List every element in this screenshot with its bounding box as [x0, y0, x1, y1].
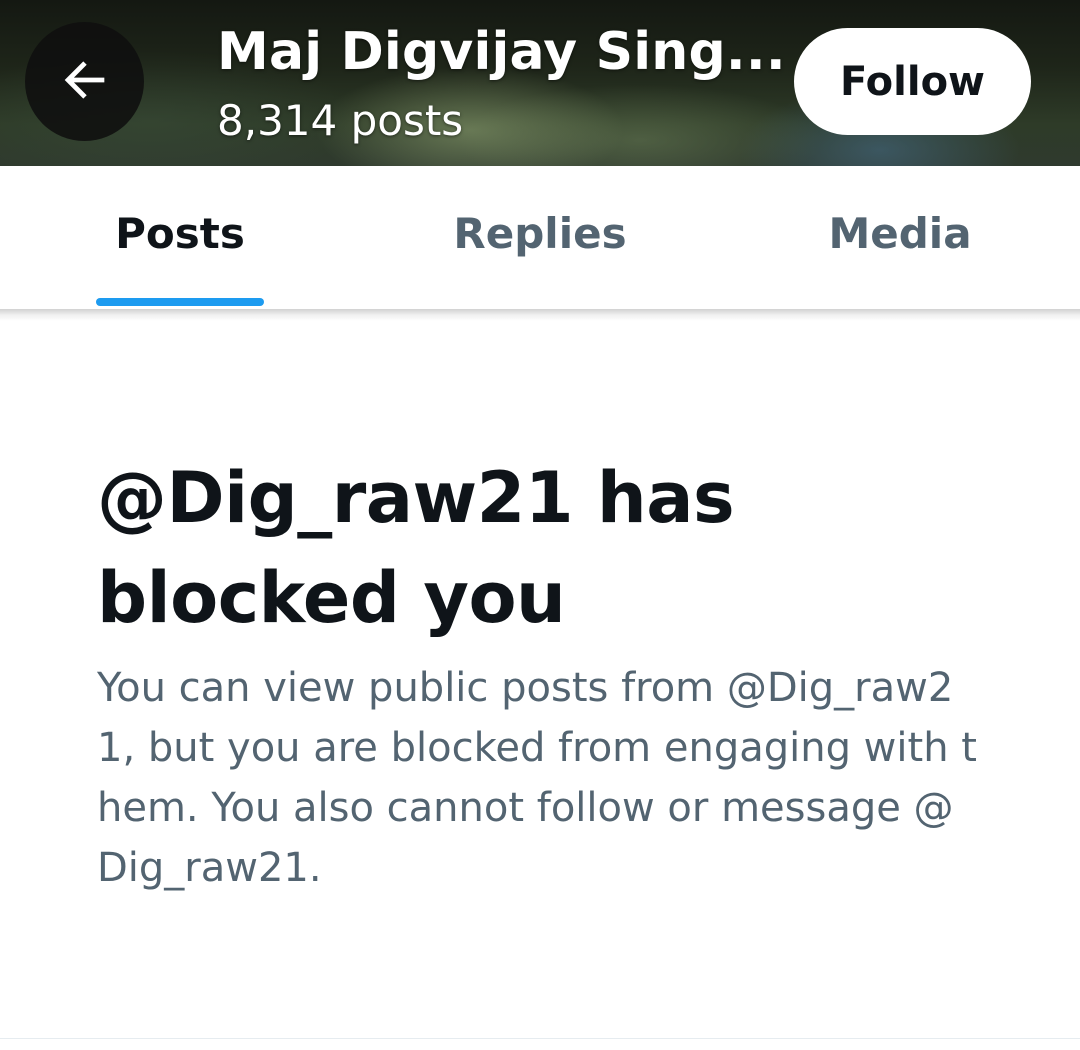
profile-name: Maj Digvijay Sing... — [217, 22, 786, 82]
tab-replies[interactable]: Replies — [360, 166, 720, 309]
follow-button[interactable]: Follow — [794, 28, 1031, 135]
tabs-shadow — [0, 309, 1080, 321]
tab-media[interactable]: Media — [720, 166, 1080, 309]
profile-header: Maj Digvijay Sing... 8,314 posts Follow — [0, 0, 1080, 166]
divider — [0, 1038, 1080, 1039]
arrow-left-icon — [56, 51, 114, 113]
blocked-title: @Dig_raw21 has blocked you — [97, 457, 735, 639]
post-count: 8,314 posts — [217, 96, 464, 145]
active-tab-indicator — [96, 298, 264, 306]
tab-posts[interactable]: Posts — [0, 166, 360, 309]
back-button[interactable] — [25, 22, 144, 141]
blocked-message: You can view public posts from @Dig_raw2… — [97, 665, 977, 891]
profile-tabs: Posts Replies Media — [0, 166, 1080, 309]
